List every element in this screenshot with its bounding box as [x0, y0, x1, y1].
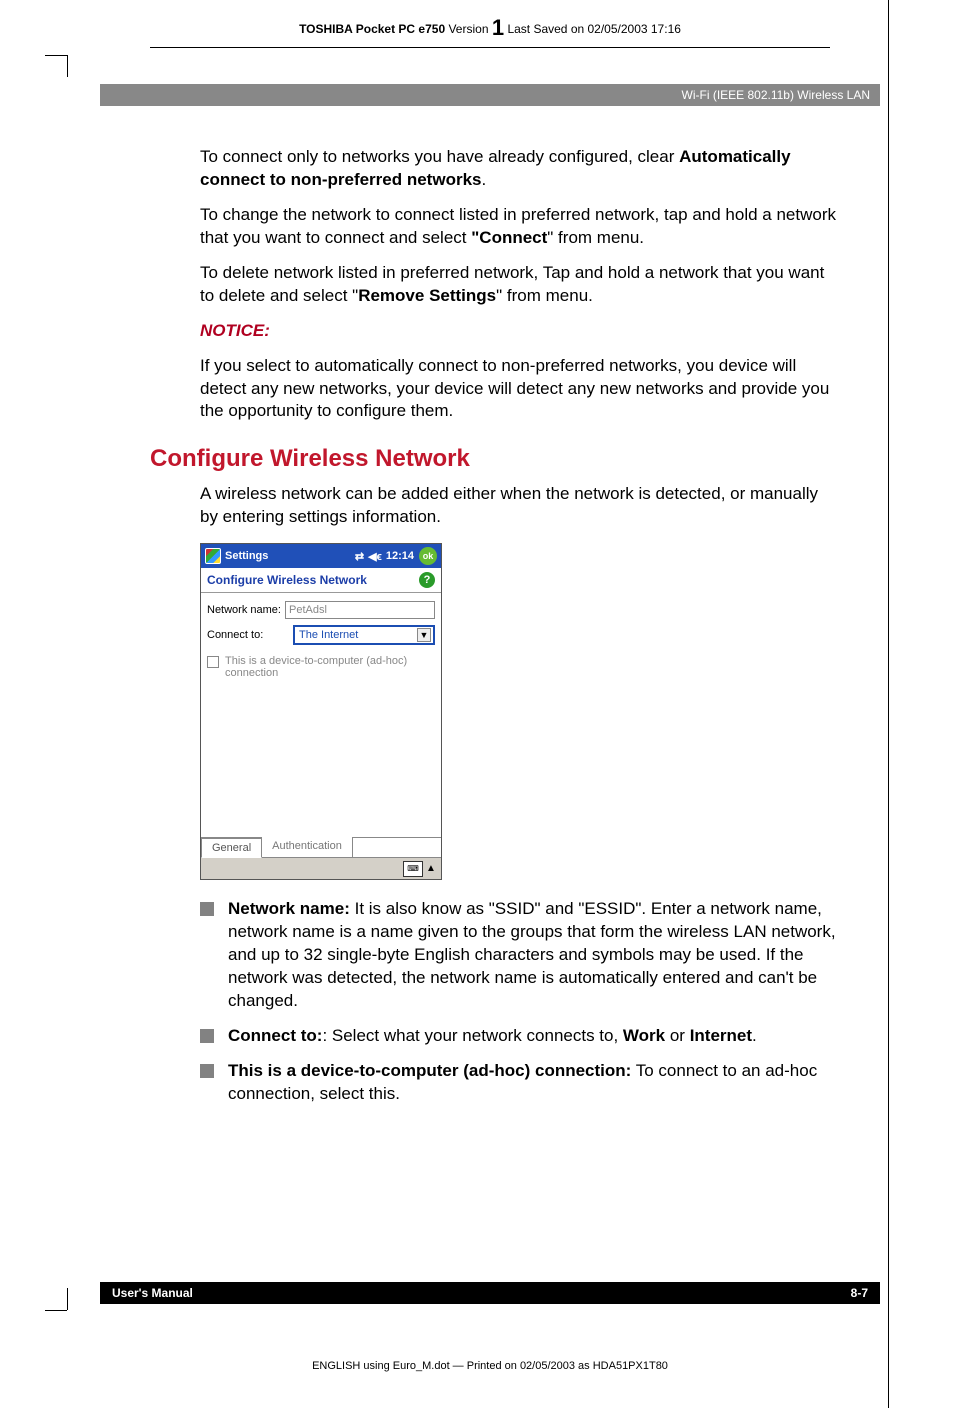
connect-to-value: The Internet: [299, 629, 358, 641]
paragraph: To delete network listed in preferred ne…: [200, 262, 840, 308]
chevron-down-icon[interactable]: ▼: [417, 628, 431, 642]
list-item: Connect to:: Select what your network co…: [200, 1025, 840, 1048]
connect-to-select[interactable]: The Internet ▼: [293, 625, 435, 645]
notice-heading: NOTICE:: [200, 320, 840, 343]
version-label: Version: [448, 22, 488, 36]
ppc-subheader: Configure Wireless Network ?: [201, 568, 441, 593]
sip-bar: ⌨ ▲: [201, 857, 441, 879]
checkbox-icon[interactable]: [207, 656, 219, 668]
running-header: TOSHIBA Pocket PC e750 Version 1 Last Sa…: [150, 15, 830, 48]
sip-arrow-icon[interactable]: ▲: [425, 861, 437, 877]
version-number: 1: [492, 15, 504, 40]
ppc-titlebar: Settings ⇄ ◀ϵ 12:14 ok: [201, 544, 441, 568]
tab-authentication[interactable]: Authentication: [262, 837, 353, 857]
paragraph: To change the network to connect listed …: [200, 204, 840, 250]
crop-mark: [45, 1310, 67, 1311]
section-banner: Wi-Fi (IEEE 802.11b) Wireless LAN: [100, 84, 880, 106]
adhoc-checkbox-row[interactable]: This is a device-to-computer (ad-hoc) co…: [201, 655, 441, 687]
list-item: Network name: It is also know as "SSID" …: [200, 898, 840, 1013]
ppc-title: Settings: [225, 550, 268, 562]
crop-mark: [888, 0, 889, 1408]
product-name: TOSHIBA Pocket PC e750: [299, 22, 445, 36]
crop-mark: [67, 1288, 68, 1310]
paragraph: A wireless network can be added either w…: [200, 483, 840, 529]
tab-bar: General Authentication: [201, 837, 441, 857]
dialog-title: Configure Wireless Network: [207, 573, 367, 587]
connectivity-icon[interactable]: ⇄: [355, 550, 364, 563]
crop-mark: [45, 55, 67, 56]
tab-general[interactable]: General: [201, 838, 262, 858]
ok-button[interactable]: ok: [419, 547, 437, 565]
page-footer: User's Manual 8-7: [100, 1282, 880, 1304]
crop-mark: [67, 55, 68, 77]
keyboard-icon[interactable]: ⌨: [403, 861, 423, 877]
footer-left: User's Manual: [112, 1286, 193, 1300]
adhoc-label: This is a device-to-computer (ad-hoc) co…: [225, 655, 435, 679]
saved-timestamp: Last Saved on 02/05/2003 17:16: [507, 22, 680, 36]
help-icon[interactable]: ?: [419, 572, 435, 588]
network-name-input[interactable]: [285, 601, 435, 619]
print-info: ENGLISH using Euro_M.dot — Printed on 02…: [100, 1360, 880, 1372]
footer-right: 8-7: [851, 1286, 868, 1300]
paragraph: If you select to automatically connect t…: [200, 355, 840, 424]
network-name-label: Network name:: [207, 604, 285, 616]
clock: 12:14: [386, 550, 414, 562]
start-icon[interactable]: [205, 548, 221, 564]
connect-to-label: Connect to:: [207, 629, 293, 641]
pocketpc-screenshot: Settings ⇄ ◀ϵ 12:14 ok Configure Wireles…: [200, 543, 442, 880]
list-item: This is a device-to-computer (ad-hoc) co…: [200, 1060, 840, 1106]
volume-icon[interactable]: ◀ϵ: [368, 550, 382, 563]
paragraph: To connect only to networks you have alr…: [200, 146, 840, 192]
section-heading: Configure Wireless Network: [150, 445, 880, 473]
